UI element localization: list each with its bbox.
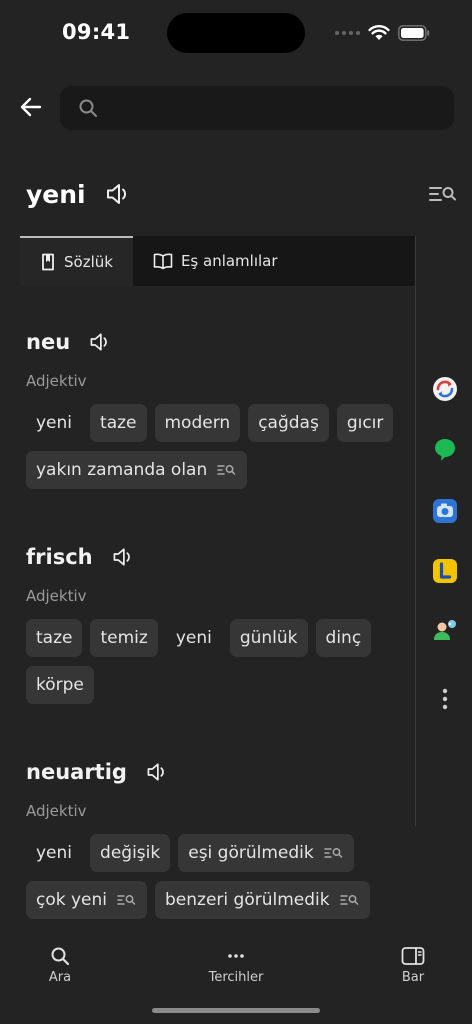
tab-synonyms[interactable]: Eş anlamlılar	[133, 236, 298, 286]
translation-chip[interactable]: yeni	[166, 619, 222, 657]
translation-chip-with-lookup[interactable]: benzeri görülmedik	[155, 881, 370, 919]
book-icon	[42, 253, 54, 271]
list-search-icon	[323, 848, 342, 858]
contacts-app-icon[interactable]	[432, 618, 458, 644]
speaker-icon[interactable]	[88, 330, 112, 354]
entry-frisch: frisch Adjektiv taze temiz yeni günlük d…	[26, 537, 406, 704]
nav-search[interactable]: Ara	[44, 946, 76, 985]
translation-chip[interactable]: taze	[90, 404, 147, 442]
headword-row: yeni	[0, 170, 472, 220]
translation-chip-label: eşi görülmedik	[188, 843, 314, 863]
speaker-icon	[107, 184, 126, 204]
translation-chip-label: benzeri görülmedik	[165, 890, 330, 910]
translation-chip-with-lookup[interactable]: eşi görülmedik	[178, 834, 354, 872]
translation-chip[interactable]: modern	[154, 404, 241, 442]
translation-chip[interactable]: dinç	[315, 619, 372, 657]
translate-app-icon[interactable]	[432, 376, 458, 402]
translation-chip-label: çok yeni	[36, 890, 108, 910]
entry-neu: neu Adjektiv yeni taze modern çağdaş gıc…	[26, 322, 406, 489]
translation-chip-with-lookup[interactable]: çok yeni	[26, 881, 148, 919]
open-book-icon	[153, 253, 173, 270]
battery-icon	[398, 25, 430, 41]
tab-dictionary[interactable]: Sözlük	[20, 236, 133, 286]
tab-bar: Sözlük Eş anlamlılar	[20, 236, 416, 286]
translation-chip[interactable]: taze	[26, 619, 83, 657]
entry-neuartig: neuartig Adjektiv yeni değişik eşi görül…	[26, 752, 406, 919]
tab-dictionary-label: Sözlük	[64, 253, 113, 271]
entry-word: frisch	[26, 545, 93, 569]
list-search-icon	[117, 895, 136, 905]
status-icons	[335, 22, 430, 44]
sidebar-icon	[401, 947, 425, 965]
translation-chip[interactable]: çağdaş	[248, 404, 329, 442]
headword-speaker-button[interactable]	[104, 180, 132, 208]
dictionary-content: neu Adjektiv yeni taze modern çağdaş gıc…	[0, 300, 416, 936]
camera-app-icon[interactable]	[432, 498, 458, 524]
translation-chips: yeni taze modern çağdaş gıcır yakın zama…	[26, 404, 406, 489]
translation-chip[interactable]: temiz	[90, 619, 158, 657]
tab-synonyms-label: Eş anlamlılar	[180, 252, 278, 270]
translation-chips: yeni değişik eşi görülmedik çok yeni ben…	[26, 834, 406, 919]
translation-chips: taze temiz yeni günlük dinç körpe	[26, 619, 406, 704]
nav-preferences[interactable]: Tercihler	[196, 946, 276, 985]
translation-chip-with-lookup[interactable]: yakın zamanda olan	[26, 451, 248, 489]
search-box[interactable]	[60, 86, 454, 130]
speaker-icon[interactable]	[145, 760, 169, 784]
entry-part-of-speech: Adjektiv	[26, 802, 87, 820]
speaker-icon[interactable]	[111, 545, 135, 569]
translation-chip[interactable]: yeni	[26, 834, 82, 872]
status-bar: 09:41	[0, 0, 472, 64]
top-bar	[0, 84, 472, 132]
search-input[interactable]	[108, 98, 428, 118]
wifi-icon	[368, 25, 390, 40]
nav-preferences-label: Tercihler	[208, 970, 264, 985]
lingo-app-icon[interactable]	[432, 558, 458, 584]
chat-app-icon[interactable]	[432, 436, 458, 462]
list-search-button[interactable]	[428, 182, 458, 208]
back-button[interactable]	[14, 90, 48, 124]
nav-bar[interactable]: Bar	[398, 946, 428, 985]
nav-search-label: Ara	[48, 970, 72, 985]
list-search-icon	[339, 895, 358, 905]
more-vertical-icon[interactable]	[432, 686, 458, 712]
home-indicator	[152, 1008, 320, 1013]
translation-chip[interactable]: gıcır	[336, 404, 394, 442]
search-icon	[51, 947, 70, 966]
translation-chip[interactable]: körpe	[26, 666, 94, 704]
translation-chip-label: yakın zamanda olan	[36, 460, 208, 480]
more-horizontal-icon	[228, 954, 244, 958]
dynamic-island	[167, 13, 305, 53]
entry-word: neu	[26, 330, 71, 354]
list-search-icon	[217, 465, 236, 475]
translation-chip[interactable]: yeni	[26, 404, 82, 442]
cellular-signal-icon	[335, 31, 360, 35]
headword: yeni	[26, 180, 86, 209]
arrow-left-icon	[20, 97, 42, 117]
list-search-icon	[429, 187, 456, 201]
entry-word: neuartig	[26, 760, 127, 784]
translation-chip[interactable]: günlük	[229, 619, 308, 657]
entry-part-of-speech: Adjektiv	[26, 372, 87, 390]
status-time: 09:41	[62, 20, 131, 44]
translation-chip[interactable]: değişik	[90, 834, 171, 872]
nav-bar-label: Bar	[401, 970, 425, 985]
search-icon	[79, 99, 97, 117]
entry-part-of-speech: Adjektiv	[26, 587, 87, 605]
